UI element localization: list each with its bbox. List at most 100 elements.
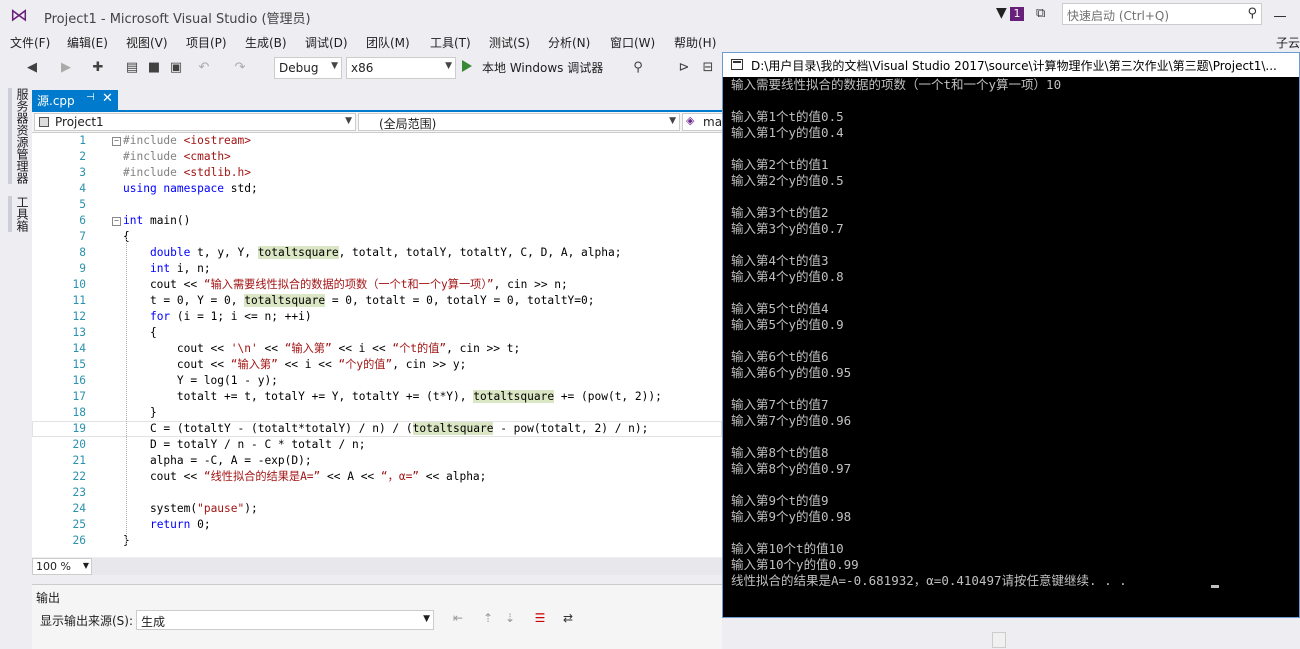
console-line: 输入第2个y的值0.5 <box>731 173 844 188</box>
code-editor[interactable]: 1− #include <iostream> 2 #include <cmath> 3 #… <box>32 133 722 557</box>
line-number: 14 <box>72 342 86 355</box>
console-output: 输入需要线性拟合的数据的项数（一个t和一个y算一项）10 输入第1个t的值0.5 输… <box>731 77 1291 617</box>
code-line: 6 − int main() <box>32 213 722 229</box>
output-source-dropdown[interactable]: 生成 ▼ <box>136 610 434 630</box>
menu-tools[interactable]: 工具(T) <box>430 34 471 51</box>
menu-project[interactable]: 项目(P) <box>186 34 227 51</box>
code-line: 23 <box>32 485 722 501</box>
code-line: 12 for (i = 1; i <= n; ++i) <box>32 309 722 325</box>
menu-help[interactable]: 帮助(H) <box>674 34 716 51</box>
undo-icon[interactable]: ↶ <box>196 60 212 76</box>
code-line: 4 using namespace std; <box>32 181 722 197</box>
output-source-value: 生成 <box>141 615 166 629</box>
solution-config-dropdown[interactable]: Debug ▼ <box>274 57 342 79</box>
method-icon: ◈ <box>686 114 695 127</box>
menu-test[interactable]: 测试(S) <box>489 34 530 51</box>
line-number: 2 <box>79 150 86 163</box>
console-window[interactable]: D:\用户目录\我的文档\Visual Studio 2017\source\计… <box>722 52 1300 618</box>
code-text: system("pause"); <box>123 502 258 515</box>
console-line: 输入第8个t的值8 <box>731 445 829 460</box>
code-line: 10 cout << “输入需要线性拟合的数据的项数（一个t和一个y算一项）”,… <box>32 277 722 293</box>
code-text: int main() <box>123 214 191 227</box>
console-title-bar[interactable]: D:\用户目录\我的文档\Visual Studio 2017\source\计… <box>723 53 1299 77</box>
find-icon[interactable]: ⚲ <box>630 60 646 76</box>
console-line: 输入第10个t的值10 <box>731 541 844 556</box>
code-line: 9 int i, n; <box>32 261 722 277</box>
menu-debug[interactable]: 调试(D) <box>305 34 348 51</box>
menu-bar: 文件(F) 编辑(E) 视图(V) 项目(P) 生成(B) 调试(D) 团队(M… <box>0 32 1300 52</box>
platform-dropdown[interactable]: x86 ▼ <box>346 57 456 79</box>
zoom-dropdown[interactable]: 100 % ▼ <box>32 558 92 575</box>
user-name[interactable]: 子云 <box>1276 34 1300 51</box>
feedback-icon[interactable]: ⧉ <box>1036 6 1052 22</box>
word-wrap-icon[interactable]: ⇄ <box>560 611 576 627</box>
code-text: Y = log(1 - y); <box>123 374 278 387</box>
horizontal-scrollbar[interactable] <box>92 558 722 575</box>
notification-badge[interactable]: 1 <box>1010 7 1024 21</box>
search-icon[interactable]: ⚲ <box>1247 6 1257 21</box>
member-dropdown[interactable]: ◈ ma <box>682 113 722 131</box>
console-line: 输入第9个t的值9 <box>731 493 829 508</box>
menu-build[interactable]: 生成(B) <box>245 34 287 51</box>
window-title: Project1 - Microsoft Visual Studio (管理员) <box>44 12 311 27</box>
save-icon[interactable]: ■ <box>146 60 162 76</box>
next-message-icon[interactable]: ⇣ <box>502 611 518 627</box>
notification-filter-icon[interactable]: ▼ <box>996 6 1010 20</box>
visual-studio-logo-icon: ⋈ <box>10 5 28 26</box>
menu-analyze[interactable]: 分析(N) <box>548 34 590 51</box>
code-line: 24 system("pause"); <box>32 501 722 517</box>
code-line: 15 cout << “输入第” << i << “个y的值”, cin >> … <box>32 357 722 373</box>
console-line: 输入第7个t的值7 <box>731 397 829 412</box>
open-file-icon[interactable]: ▤ <box>124 60 140 76</box>
side-tab-toolbox[interactable]: 工具箱 <box>8 196 31 232</box>
goto-message-icon[interactable]: ⇤ <box>450 611 466 627</box>
code-text: return 0; <box>149 518 211 531</box>
line-number: 11 <box>72 294 86 307</box>
toolbar-misc-icon[interactable]: ⊳ <box>676 60 692 76</box>
chevron-down-icon: ▼ <box>669 116 676 126</box>
pin-icon[interactable]: ⊣ <box>86 92 95 103</box>
clear-all-icon[interactable]: ☰ <box>532 611 548 627</box>
minimize-button[interactable] <box>1270 6 1290 22</box>
redo-icon[interactable]: ↷ <box>232 60 248 76</box>
code-line: 11 t = 0, Y = 0, totaltsquare = 0, total… <box>32 293 722 309</box>
chevron-down-icon: ▼ <box>445 61 452 71</box>
code-line: 18 } <box>32 405 722 421</box>
code-text: using namespace std; <box>123 182 258 195</box>
code-line: 1 − #include <iostream> <box>32 133 722 149</box>
chevron-down-icon: ▼ <box>82 561 89 570</box>
console-line: 输入需要线性拟合的数据的项数（一个t和一个y算一项）10 <box>731 77 1062 92</box>
save-all-icon[interactable]: ▣ <box>168 60 184 76</box>
fold-toggle-icon[interactable]: − <box>112 137 121 146</box>
vertical-scrollbar-fragment[interactable] <box>992 632 1006 648</box>
toolbar-misc2-icon[interactable]: ⊟ <box>700 60 716 76</box>
back-icon[interactable]: ◀ <box>24 60 40 76</box>
previous-message-icon[interactable]: ⇡ <box>480 611 496 627</box>
line-number: 7 <box>79 230 86 243</box>
line-number: 23 <box>72 486 86 499</box>
new-project-icon[interactable]: ✚ <box>90 60 106 76</box>
close-icon[interactable]: ✕ <box>102 91 113 106</box>
code-text: } <box>123 406 157 419</box>
forward-icon[interactable]: ▶ <box>58 60 74 76</box>
fold-toggle-icon[interactable]: − <box>112 217 121 226</box>
project-dropdown[interactable]: Project1 ▼ <box>34 113 356 131</box>
console-line: 输入第4个y的值0.8 <box>731 269 844 284</box>
side-tab-server-explorer[interactable]: 服务器资源管理器 <box>8 88 31 184</box>
member-dropdown-value: ma <box>703 115 723 129</box>
quick-launch-input[interactable]: 快速启动 (Ctrl+Q) ⚲ <box>1062 3 1262 25</box>
menu-file[interactable]: 文件(F) <box>10 34 50 51</box>
current-line-highlight <box>32 421 722 437</box>
scope-dropdown[interactable]: (全局范围) ▼ <box>358 113 680 131</box>
document-tab-source[interactable]: 源.cpp ⊣ ✕ <box>32 90 118 110</box>
line-number: 9 <box>79 262 86 275</box>
code-text: cout << “线性拟合的结果是A=” << A << “，α=” << al… <box>123 470 487 483</box>
line-number: 3 <box>79 166 86 179</box>
code-line: 17 totalt += t, totalY += Y, totaltY += … <box>32 389 722 405</box>
menu-window[interactable]: 窗口(W) <box>610 34 655 51</box>
menu-team[interactable]: 团队(M) <box>366 34 410 51</box>
chevron-down-icon: ▼ <box>331 61 338 71</box>
document-tab-label: 源.cpp <box>37 94 75 108</box>
menu-view[interactable]: 视图(V) <box>126 34 168 51</box>
menu-edit[interactable]: 编辑(E) <box>67 34 108 51</box>
